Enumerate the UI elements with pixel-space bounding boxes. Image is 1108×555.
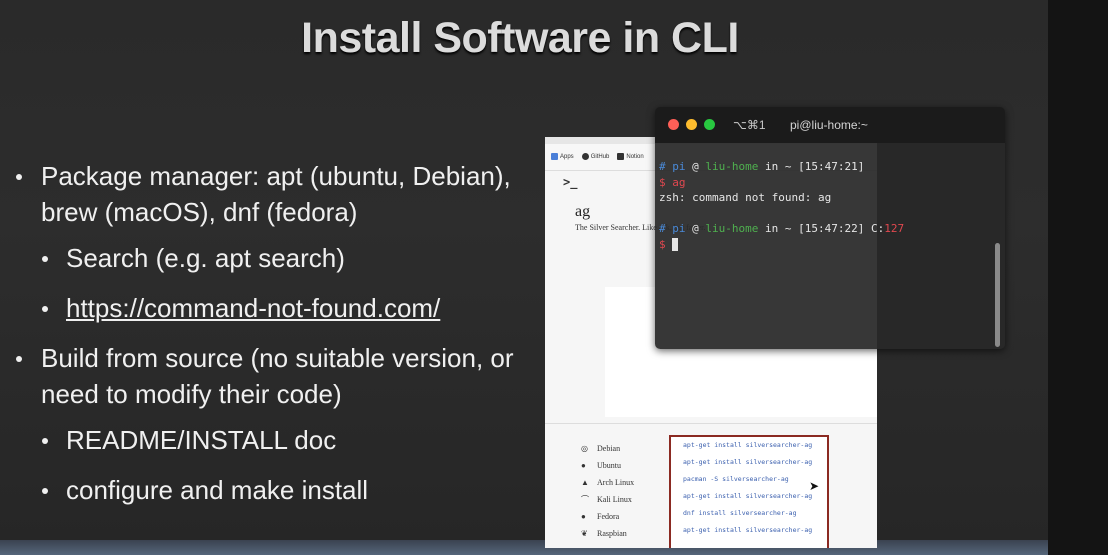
bullet-text: Build from source (no suitable version, … [41, 343, 514, 409]
raspbian-icon: ❦ [581, 529, 588, 538]
apps-grid-icon [551, 153, 558, 161]
terminal-text: in ~ [758, 160, 799, 173]
bullet-item-level2: configure and make install [14, 472, 544, 508]
terminal-line: $ [659, 237, 904, 253]
terminal-line: zsh: command not found: ag [659, 190, 904, 206]
slide-right-shadow [1048, 0, 1108, 555]
install-command[interactable]: pacman -S silversearcher-ag [671, 471, 827, 488]
distro-name: Debian [597, 444, 621, 453]
distro-name: Ubuntu [597, 461, 621, 470]
site-logo[interactable]: >_ [563, 175, 577, 189]
terminal-text: pi [672, 222, 686, 235]
bullet-dot-icon [42, 488, 48, 494]
bullet-list: Package manager: apt (ubuntu, Debian), b… [14, 158, 544, 522]
install-command[interactable]: apt-get install silversearcher-ag [671, 488, 827, 505]
scrollbar-thumb[interactable] [995, 243, 1000, 347]
bullet-item-level2: Search (e.g. apt search) [14, 240, 544, 276]
bullet-item-level1: Package manager: apt (ubuntu, Debian), b… [14, 158, 544, 230]
terminal-cursor [672, 238, 679, 251]
terminal-window[interactable]: ⌥⌘1 pi@liu-home:~ # pi @ liu-home in ~ [… [655, 107, 1005, 349]
bullet-item-level2: README/INSTALL doc [14, 422, 544, 458]
install-command[interactable]: apt-get install silversearcher-ag [671, 437, 827, 454]
bullet-dot-icon [16, 174, 22, 180]
terminal-titlebar[interactable]: ⌥⌘1 pi@liu-home:~ [655, 107, 1005, 143]
terminal-text: in ~ [758, 222, 799, 235]
distro-name: Kali Linux [597, 495, 632, 504]
bookmark-label: Apps [560, 154, 574, 161]
terminal-text: @ [685, 222, 706, 235]
terminal-text: [15:47:22] [798, 222, 865, 235]
bookmark-notion[interactable]: Notion [617, 153, 644, 161]
distro-row: ● Ubuntu [581, 457, 634, 474]
distro-row: ⌒ Kali Linux [581, 491, 634, 508]
distro-row: ▲ Arch Linux [581, 474, 634, 491]
install-command[interactable]: apt-get install silversearcher-ag [671, 522, 827, 539]
terminal-text: # [659, 160, 673, 173]
bullet-link[interactable]: https://command-not-found.com/ [66, 293, 440, 323]
github-icon [581, 153, 589, 161]
terminal-text: zsh: command not found: ag [659, 191, 832, 204]
close-button[interactable] [668, 119, 679, 130]
bullet-dot-icon [42, 306, 48, 312]
debian-icon: ◎ [581, 444, 588, 453]
bullet-text: Search (e.g. apt search) [66, 243, 345, 273]
bookmark-label: GitHub [590, 154, 610, 161]
terminal-text: 127 [884, 222, 905, 235]
terminal-line: # pi @ liu-home in ~ [15:47:21] [659, 159, 904, 175]
slide-bottom-edge [0, 540, 1048, 555]
bookmark-apps[interactable]: Apps [551, 153, 574, 161]
terminal-line: # pi @ liu-home in ~ [15:47:22] C:127 [659, 221, 904, 237]
bullet-dot-icon [42, 256, 48, 262]
terminal-title: pi@liu-home:~ [790, 118, 868, 132]
terminal-shortcut: ⌥⌘1 [733, 118, 766, 132]
terminal-text: # [659, 222, 673, 235]
package-name: ag [575, 203, 591, 220]
terminal-text: $ [659, 237, 673, 251]
distro-row: ❦ Raspbian [581, 525, 634, 542]
distro-row: ◎ Debian [581, 440, 634, 457]
bullet-dot-icon [16, 356, 22, 362]
distro-name: Fedora [597, 512, 620, 521]
arch-icon: ▲ [581, 478, 589, 487]
distro-list: ◎ Debian ● Ubuntu ▲ Arch Linux ⌒ Kali Linux ● Fed… [581, 440, 634, 542]
ubuntu-icon: ● [581, 461, 586, 470]
bullet-dot-icon [42, 438, 48, 444]
terminal-text: $ [659, 175, 673, 189]
bullet-item-level1: Build from source (no suitable version, … [14, 340, 544, 412]
distro-name: Arch Linux [597, 478, 635, 487]
mouse-cursor-icon: ➤ [809, 479, 820, 493]
bullet-item-level2[interactable]: https://command-not-found.com/ [14, 290, 544, 326]
terminal-text: ag [672, 175, 686, 189]
terminal-text: @ [685, 160, 706, 173]
bookmark-label: Notion [626, 154, 644, 161]
terminal-output[interactable]: # pi @ liu-home in ~ [15:47:21] $ ag zsh: … [659, 159, 904, 252]
terminal-line: $ ag [659, 175, 904, 191]
notion-icon [617, 153, 625, 161]
kali-icon: ⌒ [581, 495, 589, 504]
fedora-icon: ● [581, 512, 586, 521]
slide-title: Install Software in CLI [301, 14, 739, 62]
install-command[interactable]: dnf install silversearcher-ag [671, 505, 827, 522]
install-command[interactable]: apt-get install silversearcher-ag [671, 454, 827, 471]
bullet-text: README/INSTALL doc [66, 425, 337, 455]
terminal-scrollbar[interactable] [992, 143, 1002, 349]
terminal-text: [15:47:21] [798, 160, 865, 173]
install-commands-box: apt-get install silversearcher-ag apt-get… [669, 435, 829, 548]
distro-name: Raspbian [597, 529, 627, 538]
bullet-text: configure and make install [66, 475, 369, 505]
maximize-button[interactable] [704, 119, 715, 130]
terminal-text: C: [864, 222, 885, 235]
minimize-button[interactable] [686, 119, 697, 130]
terminal-text: pi [672, 160, 686, 173]
terminal-text: liu-home [705, 160, 759, 173]
divider [545, 423, 877, 424]
distro-row: ● Fedora [581, 508, 634, 525]
bookmark-github[interactable]: GitHub [581, 153, 610, 161]
terminal-text: liu-home [705, 222, 759, 235]
bullet-text: Package manager: apt (ubuntu, Debian), b… [41, 161, 511, 227]
